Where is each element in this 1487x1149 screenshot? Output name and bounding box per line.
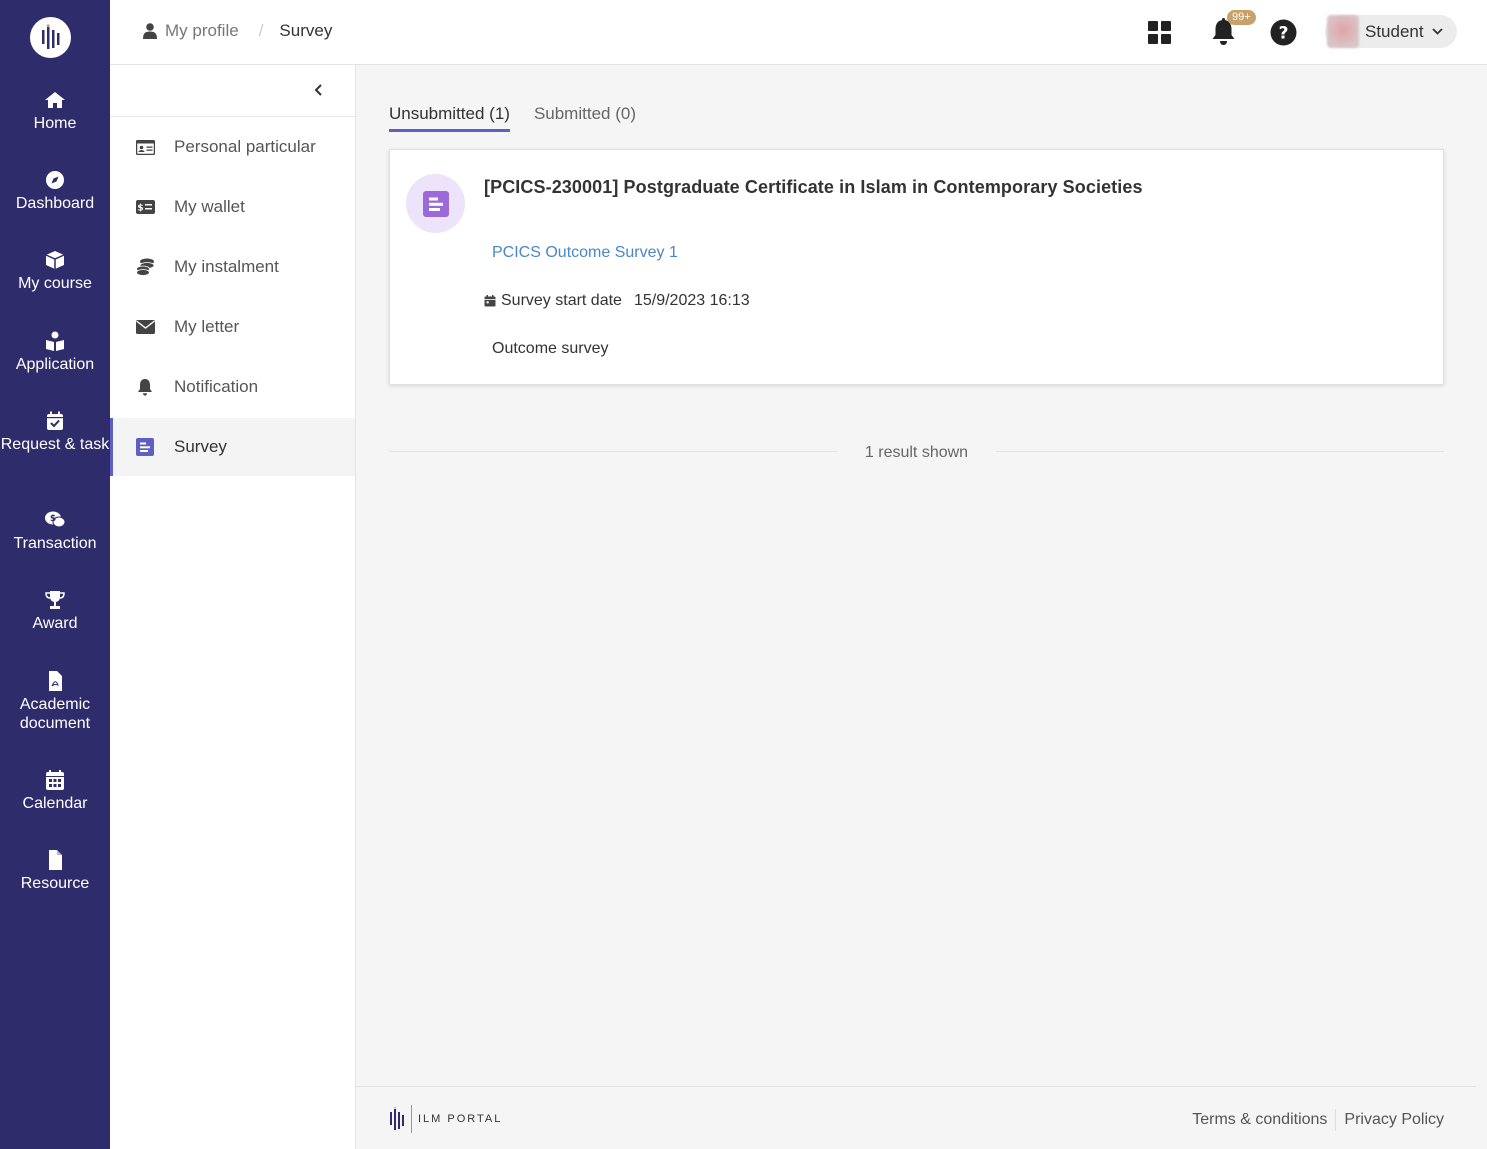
- start-date-value: 15/9/2023 16:13: [633, 292, 750, 309]
- breadcrumb-current: Survey: [279, 21, 333, 40]
- profile-menu: Personal particular $ My wallet My insta…: [110, 65, 356, 1149]
- nav-label: Application: [15, 356, 95, 373]
- bell-icon: [138, 379, 152, 396]
- collapse-chevron-left-icon[interactable]: [313, 81, 325, 99]
- user-icon: [143, 23, 157, 39]
- nav-request-task[interactable]: Request & task: [0, 411, 110, 454]
- reader-icon: [46, 331, 64, 351]
- menu-item-label: Notification: [174, 377, 259, 396]
- survey-avatar: [406, 174, 465, 233]
- svg-text:$: $: [137, 204, 143, 214]
- privacy-link[interactable]: Privacy Policy: [1344, 1111, 1444, 1129]
- menu-divider: [110, 116, 355, 117]
- nav-label: Academic document: [19, 696, 91, 732]
- main-navigation: Home Dashboard My course Application Req…: [0, 0, 110, 1149]
- survey-form-icon: [422, 190, 449, 217]
- cube-icon: [45, 251, 65, 269]
- terms-link[interactable]: Terms & conditions: [1192, 1111, 1327, 1129]
- nav-label: Request & task: [0, 436, 110, 453]
- envelope-icon: [135, 320, 155, 334]
- nav-award[interactable]: Award: [0, 590, 110, 633]
- survey-program-title: [PCICS-230001] Postgraduate Certificate …: [484, 177, 1143, 197]
- help-icon[interactable]: ?: [1270, 19, 1297, 46]
- breadcrumb-separator: /: [258, 21, 264, 40]
- nav-label: Transaction: [13, 535, 97, 552]
- footer-links: Terms & conditions Privacy Policy: [1192, 1109, 1444, 1131]
- tab-unsubmitted[interactable]: Unsubmitted (1): [389, 104, 510, 132]
- avatar: [1327, 15, 1359, 48]
- ilm-logo-icon: [390, 1107, 404, 1130]
- top-bar: My profile / Survey 99+ ? Student: [110, 0, 1487, 65]
- nav-label: My course: [18, 275, 92, 292]
- footer: ILM PORTAL Terms & conditions Privacy Po…: [356, 1086, 1476, 1149]
- menu-item-my-instalment[interactable]: My instalment: [110, 238, 355, 296]
- trophy-icon: [45, 591, 65, 609]
- compass-icon: [46, 171, 64, 189]
- svg-text:$: $: [50, 514, 56, 524]
- tab-submitted[interactable]: Submitted (0): [534, 104, 636, 132]
- breadcrumb: My profile / Survey: [143, 21, 332, 41]
- survey-tabs: Unsubmitted (1) Submitted (0): [389, 104, 636, 132]
- coins-icon: [135, 258, 154, 276]
- svg-text:?: ?: [1279, 24, 1289, 44]
- wallet-card-icon: $: [135, 200, 155, 214]
- survey-start-date: Survey start date 15/9/2023 16:13: [484, 292, 750, 310]
- nav-calendar[interactable]: Calendar: [0, 770, 110, 813]
- nav-label: Dashboard: [15, 195, 95, 212]
- survey-card[interactable]: [PCICS-230001] Postgraduate Certificate …: [389, 149, 1444, 385]
- nav-label: Home: [33, 115, 77, 132]
- nav-application[interactable]: Application: [0, 331, 110, 374]
- footer-brand: ILM PORTAL: [418, 1113, 503, 1125]
- results-count: 1 result shown: [864, 444, 969, 461]
- menu-item-personal-particular[interactable]: Personal particular: [110, 118, 355, 176]
- menu-item-my-letter[interactable]: My letter: [110, 298, 355, 356]
- footer-logo: ILM PORTAL: [389, 1105, 502, 1133]
- id-card-icon: [135, 139, 155, 155]
- money-chat-icon: $: [45, 511, 66, 528]
- survey-icon: [136, 438, 154, 456]
- results-summary: 1 result shown: [389, 444, 1444, 464]
- start-date-label: Survey start date: [501, 292, 622, 309]
- menu-item-survey[interactable]: Survey: [110, 418, 355, 476]
- nav-dashboard[interactable]: Dashboard: [0, 170, 110, 213]
- menu-item-notification[interactable]: Notification: [110, 358, 355, 416]
- survey-description: Outcome survey: [492, 340, 609, 357]
- calendar-check-icon: [47, 411, 63, 430]
- pdf-file-icon: [49, 671, 62, 691]
- breadcrumb-my-profile[interactable]: My profile: [165, 21, 239, 41]
- calendar-icon: [46, 770, 64, 790]
- calendar-small-icon: [484, 295, 496, 307]
- nav-transaction[interactable]: $ Transaction: [0, 510, 110, 553]
- chevron-down-icon: [1431, 28, 1443, 35]
- menu-item-label: My wallet: [174, 197, 245, 216]
- menu-item-label: Personal particular: [174, 137, 316, 156]
- nav-academic-document[interactable]: Academic document: [0, 671, 110, 733]
- nav-label: Resource: [20, 875, 90, 892]
- file-icon: [49, 850, 62, 870]
- nav-my-course[interactable]: My course: [0, 250, 110, 293]
- apps-grid-icon[interactable]: [1148, 21, 1171, 44]
- nav-label: Award: [32, 615, 78, 632]
- nav-label: Calendar: [22, 795, 88, 812]
- nav-resource[interactable]: Resource: [0, 850, 110, 893]
- menu-item-my-wallet[interactable]: $ My wallet: [110, 178, 355, 236]
- survey-link[interactable]: PCICS Outcome Survey 1: [492, 244, 678, 262]
- menu-item-label: My instalment: [174, 257, 279, 276]
- user-menu-button[interactable]: Student: [1325, 15, 1457, 48]
- home-icon: [45, 92, 65, 108]
- notification-count-badge: 99+: [1227, 10, 1256, 25]
- nav-home[interactable]: Home: [0, 90, 110, 133]
- menu-item-label: Survey: [174, 437, 227, 456]
- divider-right: [996, 451, 1444, 452]
- institution-logo[interactable]: [30, 17, 71, 58]
- user-role-label: Student: [1365, 21, 1424, 41]
- menu-item-label: My letter: [174, 317, 240, 336]
